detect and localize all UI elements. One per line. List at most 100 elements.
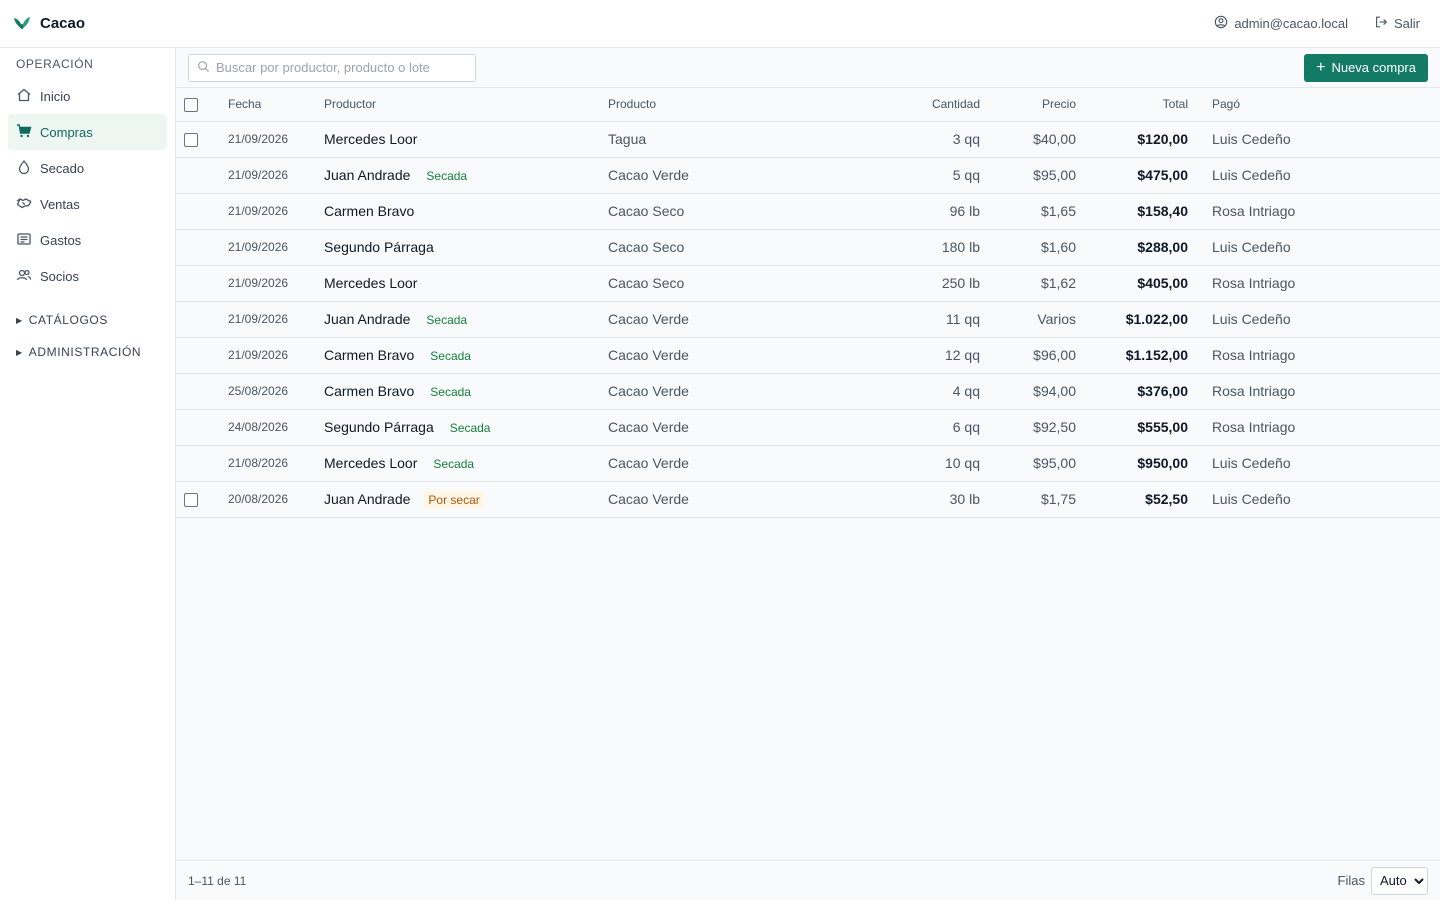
- logout-label: Salir: [1393, 16, 1420, 31]
- col-productor[interactable]: Productor: [324, 88, 608, 122]
- row-date: 21/09/2026: [228, 121, 324, 158]
- row-total: $158,40: [1076, 193, 1188, 230]
- producer-name[interactable]: Mercedes Loor: [324, 455, 417, 471]
- col-precio[interactable]: Precio: [980, 88, 1076, 122]
- table-row[interactable]: 21/09/2026 Mercedes Loor Cacao Seco 250 …: [176, 265, 1440, 302]
- cart-icon: [16, 123, 32, 142]
- status-badge: Secada: [433, 457, 475, 471]
- sidebar-item-compras[interactable]: Compras: [8, 114, 167, 150]
- pagination-count: 1–11 de 11: [188, 873, 247, 888]
- logout-button[interactable]: Salir: [1374, 15, 1420, 32]
- producer-name[interactable]: Mercedes Loor: [324, 131, 417, 147]
- table-row[interactable]: 24/08/2026 Segundo Párraga Secada Cacao V…: [176, 409, 1440, 446]
- row-price: $92,50: [980, 409, 1076, 446]
- row-price: Varios: [980, 301, 1076, 338]
- producer-name[interactable]: Carmen Bravo: [324, 203, 414, 219]
- col-producto[interactable]: Producto: [608, 88, 808, 122]
- table-row[interactable]: 21/09/2026 Juan Andrade Secada Cacao Verd…: [176, 301, 1440, 338]
- table-row[interactable]: 21/09/2026 Mercedes Loor Tagua 3 qq $40,…: [176, 121, 1440, 158]
- row-payer: Luis Cedeño: [1212, 121, 1328, 158]
- producer-name[interactable]: Juan Andrade: [324, 167, 410, 183]
- sidebar-item-label: Compras: [40, 124, 93, 140]
- sidebar-group-administracion[interactable]: ▶ ADMINISTRACIÓN: [0, 336, 175, 368]
- row-payer: Rosa Intriago: [1212, 373, 1328, 410]
- row-total: $555,00: [1076, 409, 1188, 446]
- caret-right-icon: ▶: [16, 315, 23, 325]
- row-checkbox[interactable]: [184, 493, 198, 508]
- row-product: Cacao Verde: [608, 157, 808, 194]
- row-actions: [1328, 455, 1440, 471]
- producer-name[interactable]: Juan Andrade: [324, 311, 410, 327]
- row-actions-cell: [1328, 445, 1440, 482]
- user-circle-icon: [1214, 15, 1228, 32]
- row-price: $1,65: [980, 193, 1076, 230]
- row-select-cell: [176, 445, 228, 482]
- row-product: Cacao Seco: [608, 265, 808, 302]
- producer-name[interactable]: Segundo Párraga: [324, 239, 434, 255]
- sidebar-item-secado[interactable]: Secado: [8, 150, 167, 186]
- row-payer: Luis Cedeño: [1212, 445, 1328, 482]
- home-icon: [16, 87, 32, 106]
- row-checkbox[interactable]: [184, 133, 198, 148]
- table-row[interactable]: 21/08/2026 Mercedes Loor Secada Cacao Ver…: [176, 445, 1440, 482]
- producer-name[interactable]: Carmen Bravo: [324, 383, 414, 399]
- caret-right-icon: ▶: [16, 347, 23, 357]
- plus-icon: +: [1316, 58, 1326, 76]
- producer-name[interactable]: Mercedes Loor: [324, 275, 417, 291]
- row-quantity: 96 lb: [808, 193, 980, 230]
- table-row[interactable]: 25/08/2026 Carmen Bravo Secada Cacao Verd…: [176, 373, 1440, 410]
- row-price: $95,00: [980, 445, 1076, 482]
- producer-name[interactable]: Juan Andrade: [324, 491, 410, 507]
- row-select-cell: [176, 121, 228, 158]
- row-price: $1,75: [980, 481, 1076, 518]
- row-quantity: 11 qq: [808, 301, 980, 338]
- toolbar: + Nueva compra: [176, 48, 1440, 88]
- col-cantidad[interactable]: Cantidad: [808, 88, 980, 122]
- row-date: 21/09/2026: [228, 301, 324, 338]
- leaf-logo-icon: [12, 12, 32, 36]
- row-quantity: 4 qq: [808, 373, 980, 410]
- user-account[interactable]: admin@cacao.local: [1214, 15, 1348, 32]
- col-total[interactable]: Total: [1076, 88, 1188, 122]
- table-row[interactable]: 20/08/2026 Juan Andrade Por secar Cacao V…: [176, 481, 1440, 518]
- row-payer: Rosa Intriago: [1212, 265, 1328, 302]
- sidebar-item-ventas[interactable]: Ventas: [8, 186, 167, 222]
- producer-name[interactable]: Carmen Bravo: [324, 347, 414, 363]
- row-producer: Mercedes Loor Secada: [324, 445, 608, 482]
- select-all-checkbox[interactable]: [184, 97, 198, 112]
- row-select-cell: [176, 337, 228, 374]
- sidebar-item-gastos[interactable]: Gastos: [8, 222, 167, 258]
- search-input[interactable]: [216, 60, 467, 75]
- row-producer: Juan Andrade Secada: [324, 157, 608, 194]
- rows-label: Filas: [1337, 873, 1365, 888]
- row-actions: [1328, 419, 1440, 435]
- row-select-cell: [176, 193, 228, 230]
- row-actions: [1328, 275, 1440, 291]
- row-select-cell: [176, 481, 228, 518]
- col-fecha[interactable]: Fecha: [228, 88, 324, 122]
- sidebar-item-inicio[interactable]: Inicio: [8, 78, 167, 114]
- search-icon: [197, 60, 210, 76]
- table-row[interactable]: 21/09/2026 Segundo Párraga Cacao Seco 18…: [176, 229, 1440, 266]
- table-row[interactable]: 21/09/2026 Carmen Bravo Cacao Seco 96 lb…: [176, 193, 1440, 230]
- sidebar-item-label: Socios: [40, 268, 80, 284]
- sidebar-section-title: OPERACIÓN: [16, 57, 94, 71]
- col-pago[interactable]: Pagó: [1212, 88, 1328, 122]
- table-row[interactable]: 21/09/2026 Juan Andrade Secada Cacao Verd…: [176, 157, 1440, 194]
- row-payer: Luis Cedeño: [1212, 157, 1328, 194]
- sidebar-item-label: Secado: [40, 160, 85, 176]
- search-box[interactable]: [188, 53, 476, 82]
- row-payer: Rosa Intriago: [1212, 193, 1328, 230]
- brand[interactable]: Cacao: [12, 12, 85, 36]
- status-badge: Por secar: [424, 491, 484, 509]
- main-content: + Nueva compra Fecha Productor Producto …: [176, 48, 1440, 900]
- table-row[interactable]: 21/09/2026 Carmen Bravo Secada Cacao Verd…: [176, 337, 1440, 374]
- sidebar-group-catalogos[interactable]: ▶ CATÁLOGOS: [0, 304, 175, 336]
- rows-per-page-select[interactable]: Auto: [1371, 866, 1428, 895]
- new-purchase-button[interactable]: + Nueva compra: [1304, 53, 1428, 82]
- sidebar: OPERACIÓN Inicio Compras Secado Ventas G…: [0, 48, 176, 900]
- sidebar-item-socios[interactable]: Socios: [8, 258, 167, 294]
- producer-name[interactable]: Segundo Párraga: [324, 419, 434, 435]
- row-quantity: 12 qq: [808, 337, 980, 374]
- row-producer: Carmen Bravo: [324, 193, 608, 230]
